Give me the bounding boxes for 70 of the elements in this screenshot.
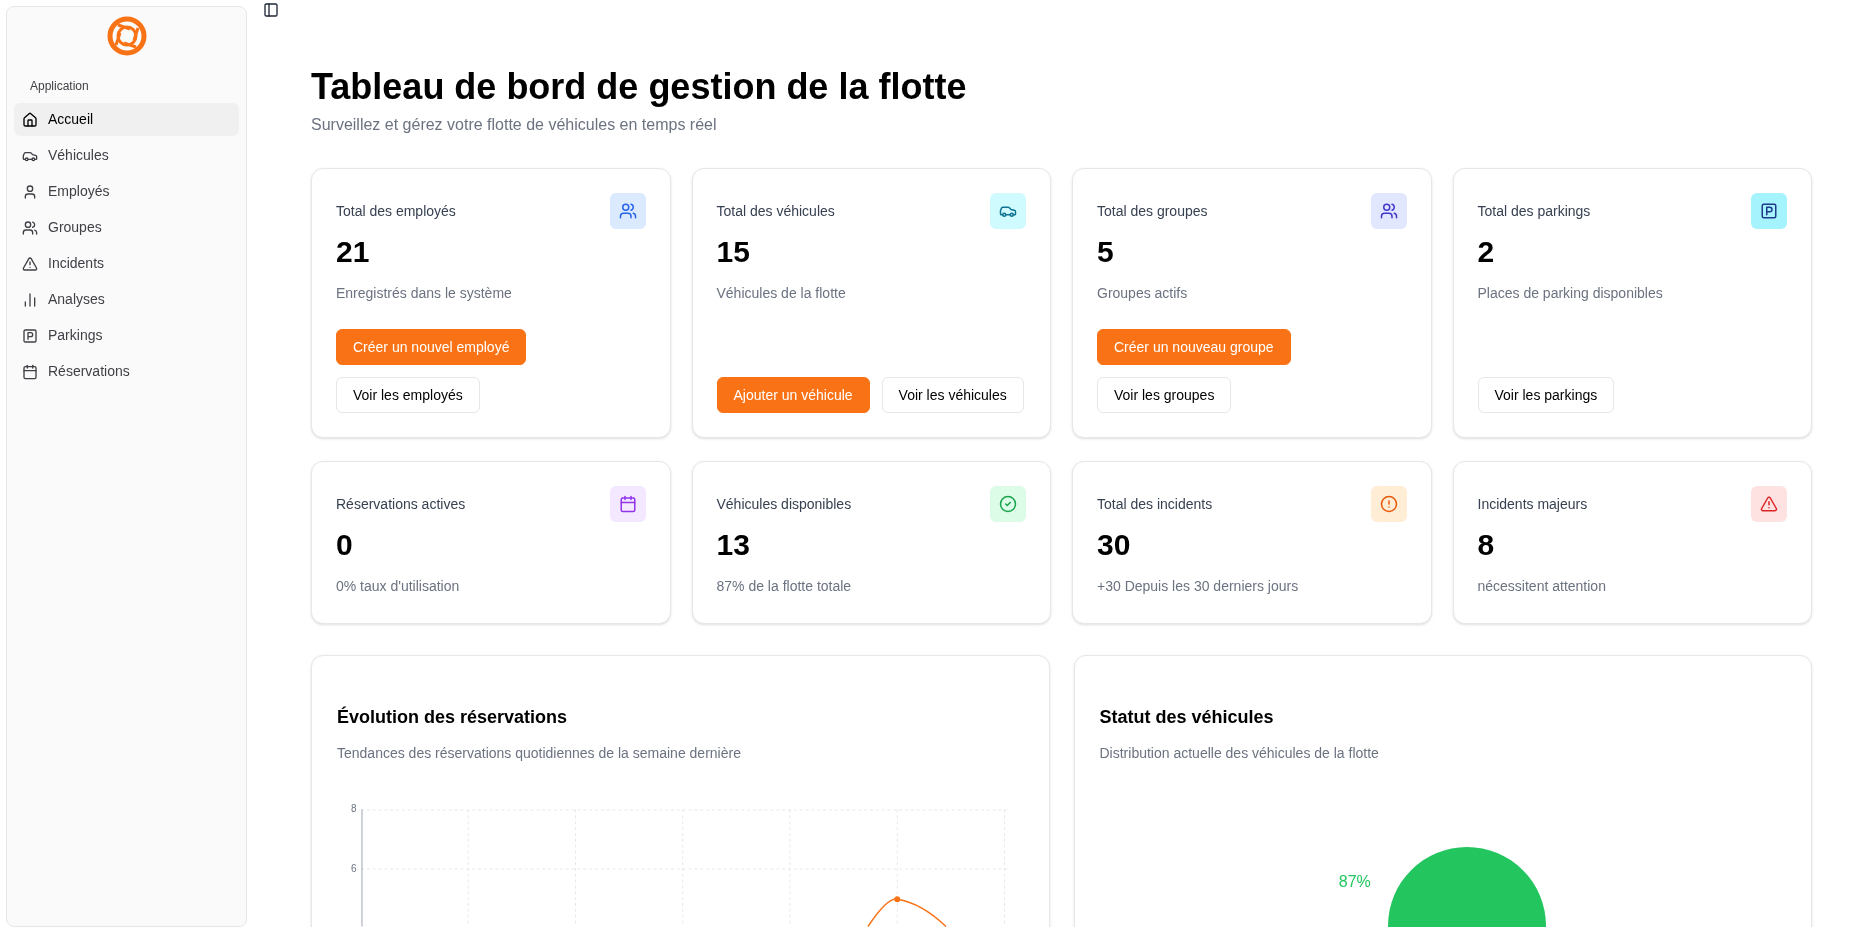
- users-icon: [1370, 193, 1407, 229]
- chart-subtitle: Distribution actuelle des véhicules de la flotte: [1099, 744, 1380, 763]
- sidebar-item-label: Accueil: [48, 110, 94, 129]
- card-description: Véhicules de la flotte: [716, 283, 846, 303]
- y-axis-tick-label: 6: [350, 864, 357, 876]
- card-value: 13: [716, 527, 750, 563]
- car-icon: [990, 193, 1026, 229]
- sidebar-item-label: Incidents: [48, 254, 105, 273]
- card-description: Places de parking disponibles: [1477, 283, 1663, 303]
- sidebar-toggle-icon[interactable]: [263, 2, 279, 18]
- outline-button[interactable]: Voir les véhicules: [881, 377, 1024, 413]
- bar-chart-icon: [22, 291, 38, 308]
- calendar-icon: [22, 363, 38, 380]
- sidebar-group-label: Application: [29, 78, 90, 95]
- sidebar-item-label: Employés: [48, 182, 110, 201]
- card-value: 5: [1097, 234, 1114, 270]
- card-label: Total des incidents: [1097, 495, 1213, 514]
- card-label: Total des groupes: [1097, 202, 1208, 221]
- card-label: Incidents majeurs: [1477, 495, 1588, 514]
- card-value: 2: [1477, 234, 1495, 270]
- card-label: Véhicules disponibles: [716, 495, 852, 514]
- outline-button[interactable]: Voir les groupes: [1097, 377, 1232, 413]
- chart-subtitle: Tendances des réservations quotidiennes de la semaine dernière: [337, 744, 742, 763]
- card-value: 21: [336, 234, 370, 270]
- calendar-icon: [609, 486, 646, 522]
- card-value: 30: [1097, 527, 1131, 563]
- card-description: Groupes actifs: [1097, 283, 1188, 303]
- sidebar-item-label: Parkings: [48, 326, 103, 345]
- card-value: 15: [716, 234, 750, 270]
- alert-icon: [1370, 486, 1407, 522]
- card-label: Réservations actives: [336, 495, 466, 514]
- card-label: Total des employés: [336, 202, 456, 221]
- parking-icon: [22, 327, 38, 344]
- users-icon: [22, 219, 38, 236]
- page-subtitle: Surveillez et gérez votre flotte de véhicules en temps réel: [311, 115, 718, 135]
- user-icon: [22, 183, 38, 200]
- y-axis-tick-label: 8: [350, 804, 357, 816]
- sidebar-item-label: Analyses: [48, 290, 105, 309]
- card-label: Total des véhicules: [716, 202, 835, 221]
- warning-icon: [1751, 486, 1787, 522]
- warning-icon: [22, 255, 38, 272]
- sidebar-item[interactable]: Parkings: [14, 319, 239, 352]
- chart-title: Statut des véhicules: [1099, 706, 1275, 729]
- sidebar-item-label: Véhicules: [48, 146, 109, 165]
- page-title: Tableau de bord de gestion de la flotte: [311, 65, 968, 109]
- card-description: 0% taux d'utilisation: [336, 576, 460, 596]
- chart-title: Évolution des réservations: [337, 705, 569, 729]
- outline-button[interactable]: Voir les parkings: [1477, 377, 1615, 413]
- logo-icon: [105, 15, 148, 57]
- sidebar-item-label: Réservations: [48, 362, 130, 381]
- card-description: nécessitent attention: [1477, 576, 1606, 596]
- pie-slice-label: 87%: [1338, 872, 1371, 892]
- sidebar-item[interactable]: Véhicules: [14, 139, 239, 172]
- users-icon: [609, 193, 646, 229]
- sidebar-item[interactable]: Employés: [14, 175, 239, 208]
- sidebar-item[interactable]: Incidents: [14, 247, 239, 280]
- sidebar-item-label: Groupes: [48, 218, 102, 237]
- home-icon: [22, 111, 38, 128]
- sidebar-item[interactable]: Accueil: [14, 103, 239, 136]
- outline-button[interactable]: Voir les employés: [336, 377, 480, 413]
- sidebar-item[interactable]: Analyses: [14, 283, 239, 316]
- parking-icon: [1751, 193, 1787, 229]
- card-description: +30 Depuis les 30 derniers jours: [1097, 576, 1299, 596]
- card-value: 8: [1477, 527, 1495, 563]
- sidebar-item[interactable]: Réservations: [14, 355, 239, 388]
- sidebar-item[interactable]: Groupes: [14, 211, 239, 244]
- card-description: 87% de la flotte totale: [716, 576, 852, 596]
- card-description: Enregistrés dans le système: [336, 283, 512, 303]
- card-value: 0: [336, 527, 353, 563]
- card-label: Total des parkings: [1477, 202, 1591, 221]
